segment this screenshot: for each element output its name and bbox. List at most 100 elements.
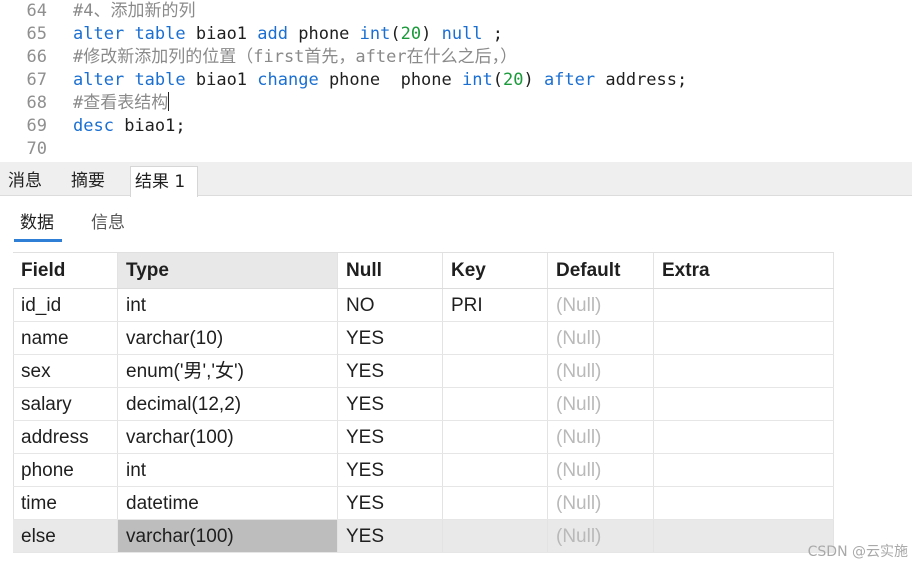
cell-extra[interactable] — [654, 289, 834, 321]
cell-field[interactable]: address — [13, 421, 118, 453]
subtab-data[interactable]: 数据 — [20, 211, 54, 235]
grid-header-row[interactable]: Field Type Null Key Default Extra — [13, 252, 834, 289]
column-header-extra[interactable]: Extra — [654, 253, 834, 288]
sql-token: phone — [288, 24, 360, 44]
cell-null[interactable]: YES — [338, 454, 443, 486]
cell-type[interactable]: decimal(12,2) — [118, 388, 338, 420]
table-row[interactable]: sex enum('男','女') YES (Null) — [13, 355, 834, 388]
cell-type[interactable]: int — [118, 289, 338, 321]
cell-extra[interactable] — [654, 454, 834, 486]
cell-key[interactable] — [443, 454, 548, 486]
cell-field[interactable]: sex — [13, 355, 118, 387]
cell-type[interactable]: varchar(100) — [118, 421, 338, 453]
code-text: desc biao1; — [73, 115, 186, 138]
sql-token: ) — [421, 24, 442, 44]
cell-key[interactable] — [443, 322, 548, 354]
tab-result-1[interactable]: 结果 1 — [130, 166, 198, 197]
sql-token: ; — [482, 24, 504, 44]
active-subtab-indicator — [14, 239, 62, 242]
cell-key[interactable] — [443, 421, 548, 453]
cell-null[interactable]: YES — [338, 355, 443, 387]
tab-messages[interactable]: 消息 — [4, 166, 46, 196]
cell-null[interactable]: YES — [338, 520, 443, 552]
column-header-key[interactable]: Key — [443, 253, 548, 288]
cell-null[interactable]: YES — [338, 388, 443, 420]
sql-keyword: add — [257, 24, 288, 44]
tab-summary[interactable]: 摘要 — [67, 166, 109, 196]
code-line[interactable]: 65 alter table biao1 add phone int(20) nu… — [0, 23, 912, 46]
cell-field[interactable]: else — [13, 520, 118, 552]
line-number: 66 — [26, 47, 47, 67]
cell-type[interactable]: enum('男','女') — [118, 355, 338, 387]
sql-comment: #修改新添加列的位置（first首先，after在什么之后，） — [73, 47, 518, 67]
code-line[interactable]: 64 #4、添加新的列 — [0, 0, 912, 23]
cell-null[interactable]: YES — [338, 421, 443, 453]
cell-type[interactable]: datetime — [118, 487, 338, 519]
line-number: 65 — [26, 24, 47, 44]
code-line[interactable]: 67 alter table biao1 change phone phone i… — [0, 69, 912, 92]
table-row[interactable]: time datetime YES (Null) — [13, 487, 834, 520]
cell-default[interactable]: (Null) — [548, 520, 654, 552]
cell-default[interactable]: (Null) — [548, 289, 654, 321]
table-row[interactable]: salary decimal(12,2) YES (Null) — [13, 388, 834, 421]
sql-token: biao1 — [185, 24, 258, 44]
cell-default[interactable]: (Null) — [548, 322, 654, 354]
cell-type[interactable]: int — [118, 454, 338, 486]
sql-keyword: alter — [73, 70, 125, 90]
code-line[interactable]: 70 — [0, 138, 912, 161]
line-number: 69 — [26, 116, 47, 136]
column-header-type[interactable]: Type — [118, 253, 338, 288]
column-header-null[interactable]: Null — [338, 253, 443, 288]
table-row[interactable]: address varchar(100) YES (Null) — [13, 421, 834, 454]
sql-keyword: int — [462, 70, 493, 90]
cell-default[interactable]: (Null) — [548, 487, 654, 519]
cell-key[interactable] — [443, 487, 548, 519]
sql-keyword: change — [257, 70, 319, 90]
sql-comment: #4、添加新的列 — [73, 1, 196, 21]
sql-token: ) — [523, 70, 544, 90]
cell-extra[interactable] — [654, 355, 834, 387]
code-text: #4、添加新的列 — [73, 0, 195, 23]
cell-null[interactable]: YES — [338, 487, 443, 519]
code-line[interactable]: 68 #查看表结构 — [0, 92, 912, 115]
column-header-field[interactable]: Field — [13, 253, 118, 288]
code-line[interactable]: 69 desc biao1; — [0, 115, 912, 138]
cell-type[interactable]: varchar(10) — [118, 322, 338, 354]
cell-key[interactable] — [443, 520, 548, 552]
cell-extra[interactable] — [654, 487, 834, 519]
cell-null[interactable]: YES — [338, 322, 443, 354]
column-header-default[interactable]: Default — [548, 253, 654, 288]
sql-keyword: desc — [73, 116, 114, 136]
cell-field[interactable]: id_id — [13, 289, 118, 321]
cell-field[interactable]: name — [13, 322, 118, 354]
cell-default[interactable]: (Null) — [548, 454, 654, 486]
table-row[interactable]: phone int YES (Null) — [13, 454, 834, 487]
cell-extra[interactable] — [654, 421, 834, 453]
cell-default[interactable]: (Null) — [548, 421, 654, 453]
sql-keyword: alter — [73, 24, 125, 44]
sql-number: 20 — [400, 24, 422, 44]
cell-extra[interactable] — [654, 322, 834, 354]
cell-default[interactable]: (Null) — [548, 355, 654, 387]
cell-key[interactable] — [443, 388, 548, 420]
sql-keyword: after — [543, 70, 596, 90]
cell-field[interactable]: time — [13, 487, 118, 519]
line-number: 64 — [26, 1, 47, 21]
table-row[interactable]: id_id int NO PRI (Null) — [13, 289, 834, 322]
code-line[interactable]: 66 #修改新添加列的位置（first首先，after在什么之后，） — [0, 46, 912, 69]
cell-type[interactable]: varchar(100) — [118, 520, 338, 552]
cell-key[interactable] — [443, 355, 548, 387]
table-row[interactable]: else varchar(100) YES (Null) — [13, 520, 834, 553]
sql-token: biao1; — [113, 116, 186, 136]
cell-extra[interactable] — [654, 388, 834, 420]
cell-field[interactable]: phone — [13, 454, 118, 486]
cell-field[interactable]: salary — [13, 388, 118, 420]
table-row[interactable]: name varchar(10) YES (Null) — [13, 322, 834, 355]
cell-null[interactable]: NO — [338, 289, 443, 321]
sql-editor[interactable]: 64 #4、添加新的列 65 alter table biao1 add phone … — [0, 0, 912, 162]
subtab-info[interactable]: 信息 — [91, 211, 125, 235]
sql-token: ( — [492, 70, 503, 90]
sql-token: phone phone — [318, 70, 462, 90]
cell-default[interactable]: (Null) — [548, 388, 654, 420]
cell-key[interactable]: PRI — [443, 289, 548, 321]
